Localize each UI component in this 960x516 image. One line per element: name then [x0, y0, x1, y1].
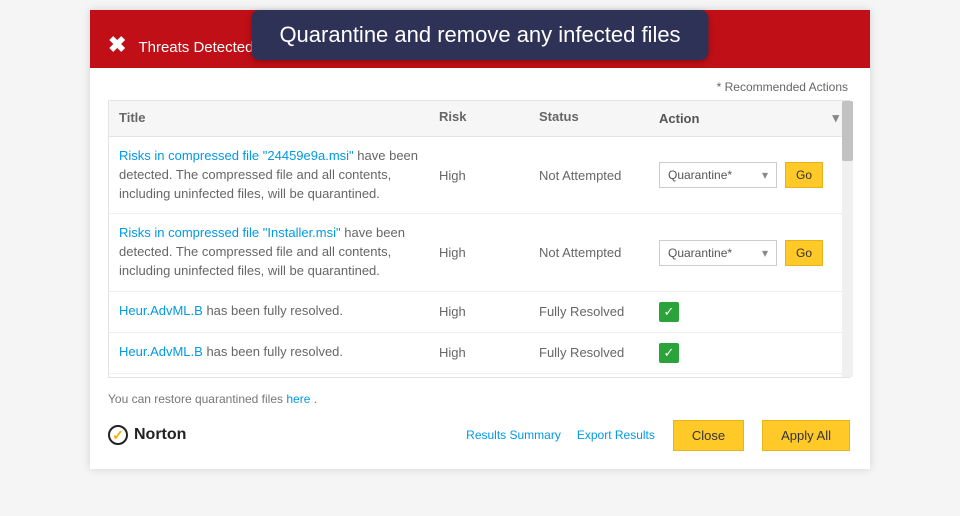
- threat-action: Quarantine* ▾ Go: [649, 230, 849, 276]
- norton-badge-icon: ✓: [108, 425, 128, 445]
- footer-links: Results Summary Export Results: [466, 428, 655, 442]
- table-row: Heur.AdvML.B has been fully resolved.Hig…: [109, 374, 849, 377]
- restore-suffix: .: [310, 392, 317, 406]
- threats-window: ✖ Threats Detected * Recommended Actions…: [90, 10, 870, 469]
- annotation-text: Quarantine and remove any infected files: [279, 22, 680, 47]
- header-title: Threats Detected: [138, 39, 253, 56]
- threat-desc: has been fully resolved.: [203, 303, 343, 318]
- apply-all-button[interactable]: Apply All: [762, 420, 850, 451]
- action-dropdown-icon[interactable]: [832, 110, 839, 126]
- threat-title: Heur.AdvML.B has been fully resolved.: [109, 374, 429, 376]
- recommended-actions-label: * Recommended Actions: [90, 68, 870, 100]
- col-action-label: Action: [659, 111, 699, 126]
- restore-line: You can restore quarantined files here .: [108, 392, 850, 406]
- chevron-down-icon: ▾: [762, 168, 768, 182]
- col-action: Action: [649, 101, 849, 136]
- table-row: Heur.AdvML.B has been fully resolved.Hig…: [109, 333, 849, 374]
- resolved-check-icon: ✓: [659, 343, 679, 363]
- norton-logo: ✓ Norton: [108, 425, 186, 445]
- restore-prefix: You can restore quarantined files: [108, 392, 286, 406]
- threat-title: Heur.AdvML.B has been fully resolved.: [109, 292, 429, 331]
- col-title: Title: [109, 101, 429, 136]
- table-outer: Title Risk Status Action Risks in compre…: [108, 100, 850, 378]
- threat-action: ✓: [649, 333, 849, 373]
- col-risk: Risk: [429, 101, 529, 136]
- threats-table: Title Risk Status Action Risks in compre…: [90, 100, 870, 378]
- threat-status: Fully Resolved: [529, 335, 649, 370]
- threat-title: Risks in compressed file "24459e9a.msi" …: [109, 137, 429, 214]
- action-select[interactable]: Quarantine* ▾: [659, 162, 777, 188]
- table-body: Risks in compressed file "24459e9a.msi" …: [109, 137, 849, 377]
- threat-action: ✓: [649, 292, 849, 332]
- footer: You can restore quarantined files here .…: [90, 378, 870, 469]
- threat-link[interactable]: Heur.AdvML.B: [119, 344, 203, 359]
- chevron-down-icon: ▾: [762, 246, 768, 260]
- alert-x-icon: ✖: [108, 34, 126, 56]
- action-select[interactable]: Quarantine* ▾: [659, 240, 777, 266]
- threat-link[interactable]: Heur.AdvML.B: [119, 303, 203, 318]
- threat-risk: High: [429, 158, 529, 193]
- threat-risk: High: [429, 335, 529, 370]
- threat-risk: High: [429, 235, 529, 270]
- threat-link[interactable]: Risks in compressed file "Installer.msi": [119, 225, 341, 240]
- threat-link[interactable]: Risks in compressed file "24459e9a.msi": [119, 148, 354, 163]
- action-select-label: Quarantine*: [668, 246, 732, 260]
- col-status: Status: [529, 101, 649, 136]
- scrollbar-thumb[interactable]: [842, 101, 853, 161]
- brand-name: Norton: [134, 426, 186, 444]
- threat-action: ✓: [649, 374, 849, 377]
- action-select-label: Quarantine*: [668, 168, 732, 182]
- threat-status: Not Attempted: [529, 235, 649, 270]
- table-row: Risks in compressed file "Installer.msi"…: [109, 214, 849, 292]
- annotation-banner: Quarantine and remove any infected files: [251, 10, 708, 60]
- table-header: Title Risk Status Action: [109, 101, 849, 137]
- threat-desc: has been fully resolved.: [203, 344, 343, 359]
- resolved-check-icon: ✓: [659, 302, 679, 322]
- table-row: Risks in compressed file "24459e9a.msi" …: [109, 137, 849, 215]
- close-button[interactable]: Close: [673, 420, 744, 451]
- export-results-link[interactable]: Export Results: [577, 428, 655, 442]
- threat-title: Risks in compressed file "Installer.msi"…: [109, 214, 429, 291]
- footer-bar: ✓ Norton Results Summary Export Results …: [108, 420, 850, 451]
- threat-status: Fully Resolved: [529, 294, 649, 329]
- threat-status: Not Attempted: [529, 158, 649, 193]
- table-row: Heur.AdvML.B has been fully resolved.Hig…: [109, 292, 849, 333]
- threat-risk: High: [429, 294, 529, 329]
- restore-here-link[interactable]: here: [286, 392, 310, 406]
- threat-action: Quarantine* ▾ Go: [649, 152, 849, 198]
- go-button[interactable]: Go: [785, 162, 823, 188]
- results-summary-link[interactable]: Results Summary: [466, 428, 561, 442]
- threat-title: Heur.AdvML.B has been fully resolved.: [109, 333, 429, 372]
- go-button[interactable]: Go: [785, 240, 823, 266]
